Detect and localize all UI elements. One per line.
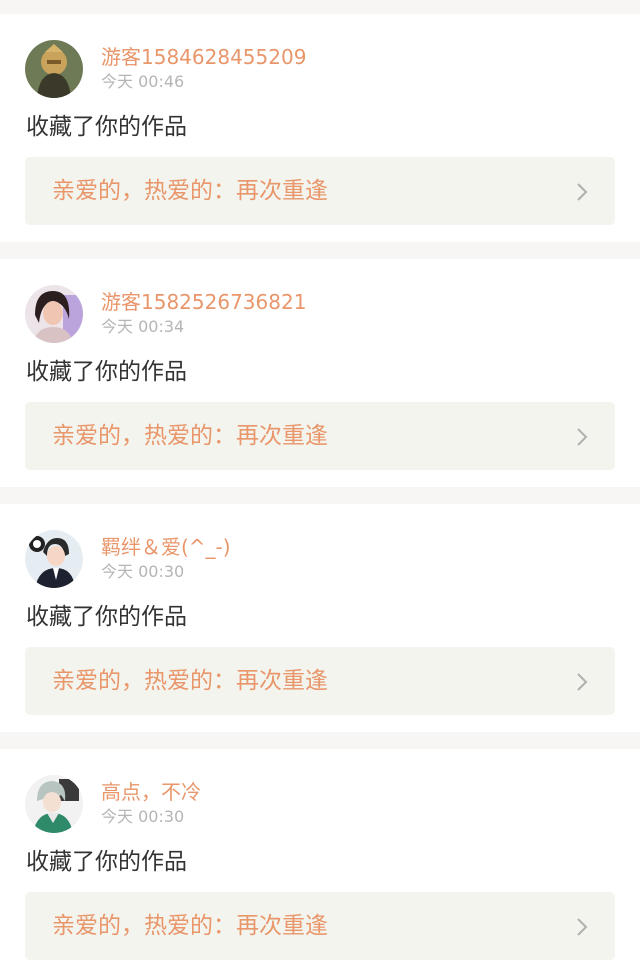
action-text: 收藏了你的作品 [26, 604, 187, 630]
action-text: 收藏了你的作品 [26, 114, 187, 140]
user-avatar[interactable] [25, 285, 83, 343]
notification-card: 羁绊＆爱(^_-) 今天 00:30 收藏了你的作品 亲爱的，热爱的：再次重逢 [0, 504, 640, 732]
work-title: 亲爱的，热爱的：再次重逢 [52, 178, 328, 204]
work-link[interactable]: 亲爱的，热爱的：再次重逢 [25, 892, 615, 960]
user-avatar[interactable] [25, 40, 83, 98]
timestamp: 今天 00:46 [101, 72, 185, 91]
username[interactable]: 游客1584628455209 [101, 45, 306, 69]
avatar-icon [25, 285, 83, 343]
work-title: 亲爱的，热爱的：再次重逢 [52, 668, 328, 694]
avatar-icon [25, 40, 83, 98]
notification-card: 游客1582526736821 今天 00:34 收藏了你的作品 亲爱的，热爱的… [0, 259, 640, 487]
action-text: 收藏了你的作品 [26, 849, 187, 875]
username[interactable]: 高点，不冷 [101, 780, 201, 804]
work-title: 亲爱的，热爱的：再次重逢 [52, 913, 328, 939]
work-link[interactable]: 亲爱的，热爱的：再次重逢 [25, 402, 615, 470]
timestamp: 今天 00:30 [101, 562, 185, 581]
username[interactable]: 游客1582526736821 [101, 290, 306, 314]
timestamp: 今天 00:34 [101, 317, 185, 336]
notification-card: 游客1584628455209 今天 00:46 收藏了你的作品 亲爱的，热爱的… [0, 14, 640, 242]
user-avatar[interactable] [25, 530, 83, 588]
avatar-icon [25, 530, 83, 588]
work-link[interactable]: 亲爱的，热爱的：再次重逢 [25, 647, 615, 715]
timestamp: 今天 00:30 [101, 807, 185, 826]
action-text: 收藏了你的作品 [26, 359, 187, 385]
user-avatar[interactable] [25, 775, 83, 833]
chevron-right-icon [575, 917, 589, 937]
work-title: 亲爱的，热爱的：再次重逢 [52, 423, 328, 449]
notification-card: 高点，不冷 今天 00:30 收藏了你的作品 亲爱的，热爱的：再次重逢 [0, 749, 640, 973]
username[interactable]: 羁绊＆爱(^_-) [101, 535, 231, 559]
work-link[interactable]: 亲爱的，热爱的：再次重逢 [25, 157, 615, 225]
chevron-right-icon [575, 427, 589, 447]
chevron-right-icon [575, 672, 589, 692]
notification-feed: 游客1584628455209 今天 00:46 收藏了你的作品 亲爱的，热爱的… [0, 0, 640, 973]
chevron-right-icon [575, 182, 589, 202]
avatar-icon [25, 775, 83, 833]
